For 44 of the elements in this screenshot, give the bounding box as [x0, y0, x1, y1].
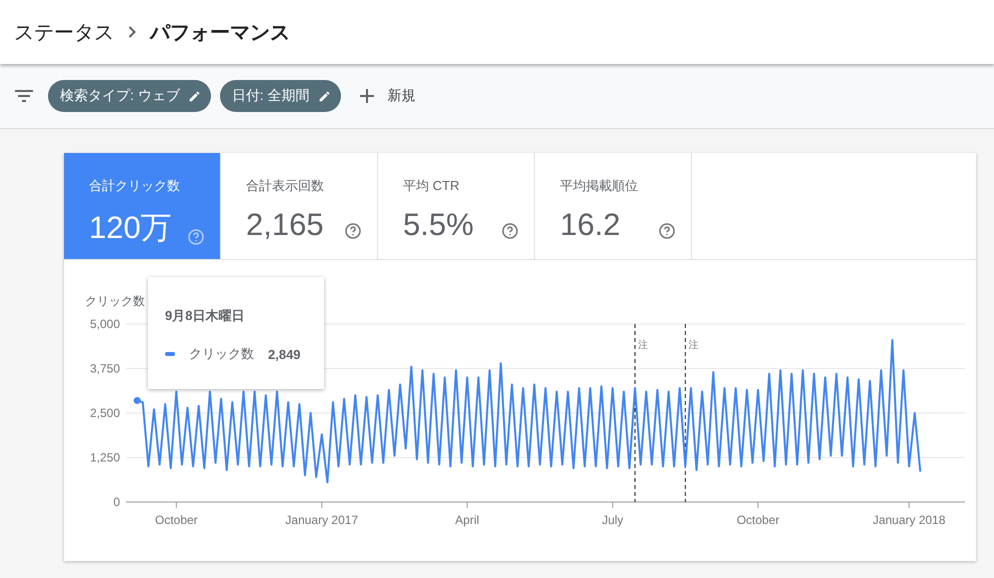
metric-tile[interactable]: 合計クリック数 120万 — [64, 153, 221, 259]
page-title: パフォーマンス — [150, 20, 290, 46]
pencil-icon — [188, 90, 201, 102]
metric-label: 平均 CTR — [403, 177, 460, 195]
metric-tile[interactable]: 平均掲載順位 16.2 — [535, 153, 692, 259]
metric-tile[interactable]: 平均 CTR 5.5% — [378, 153, 535, 259]
series-legend-mark — [165, 352, 175, 356]
pencil-icon — [318, 90, 331, 102]
y-tick-label: 2,500 — [90, 406, 120, 420]
metric-value: 5.5% — [403, 207, 474, 243]
metric-value: 16.2 — [560, 207, 620, 243]
help-icon[interactable] — [345, 223, 361, 239]
x-tick-label: January 2017 — [285, 513, 358, 527]
x-tick-label: October — [155, 513, 198, 527]
x-tick-label: October — [736, 513, 780, 527]
x-tick-label: January 2018 — [872, 513, 946, 527]
metric-label: 合計表示回数 — [246, 177, 325, 195]
tooltip-value: 2,849 — [268, 346, 301, 362]
chevron-right-icon — [128, 26, 136, 38]
annotation-label[interactable]: 注 — [638, 340, 648, 351]
filter-icon[interactable] — [15, 90, 33, 102]
plus-icon — [360, 89, 374, 103]
tooltip-series: クリック数 — [189, 345, 254, 363]
filter-chip[interactable]: 日付: 全期間 — [220, 80, 341, 112]
help-icon[interactable] — [502, 223, 518, 239]
help-icon[interactable] — [659, 223, 675, 239]
metric-label: 合計クリック数 — [89, 177, 181, 195]
add-filter-button[interactable]: 新規 — [350, 87, 426, 105]
breadcrumb-link[interactable]: ステータス — [14, 18, 114, 46]
y-tick-label: 5,000 — [90, 317, 120, 331]
y-axis-label: クリック数 — [85, 294, 145, 308]
filter-chip[interactable]: 検索タイプ: ウェブ — [48, 80, 211, 112]
metric-value: 2,165 — [246, 207, 324, 243]
metric-tile[interactable]: 合計表示回数 2,165 — [221, 153, 378, 259]
highlighted-point — [134, 397, 141, 404]
x-tick-label: April — [455, 513, 480, 527]
y-tick-label: 3,750 — [90, 362, 120, 376]
annotation-label[interactable]: 注 — [688, 340, 698, 351]
x-tick-label: July — [602, 513, 624, 527]
tooltip-date: 9月8日木曜日 — [165, 307, 246, 325]
y-tick-label: 0 — [113, 495, 120, 509]
metric-value: 120万 — [89, 209, 172, 247]
y-tick-label: 1,250 — [90, 450, 120, 464]
metric-label: 平均掲載順位 — [560, 177, 639, 195]
